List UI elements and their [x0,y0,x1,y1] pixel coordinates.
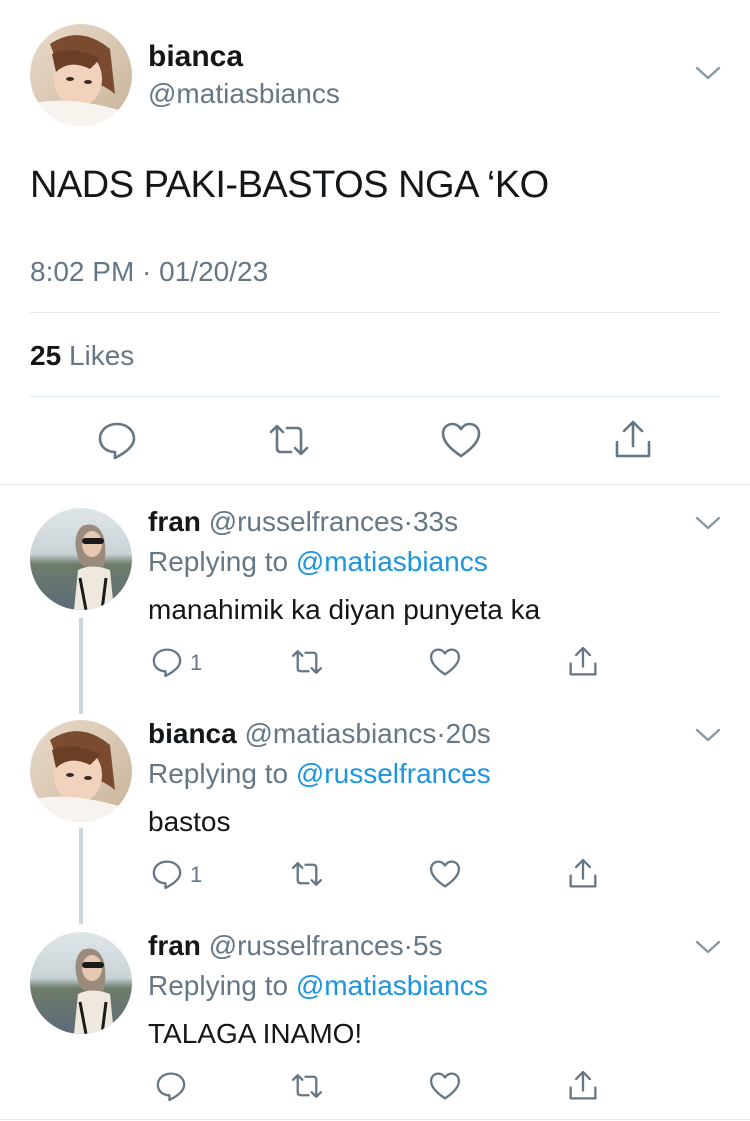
chevron-down-icon[interactable] [694,512,722,534]
mention-link[interactable]: @russelfrances [296,758,491,789]
like-icon [429,648,461,676]
reply-count: 1 [190,862,203,887]
reply-button[interactable] [154,1069,188,1103]
likes-label: Likes [68,340,135,371]
likes-stat[interactable]: 25 Likes [30,340,134,372]
retweet-icon [291,862,323,886]
share-button[interactable] [566,1069,600,1103]
likes-count: 25 [30,340,62,371]
retweet-button[interactable] [290,857,324,891]
chevron-down-icon[interactable] [694,936,722,958]
retweet-button[interactable] [267,418,311,462]
replying-to: Replying to @matiasbiancs [148,970,488,1002]
author-handle[interactable]: @russelfrances [209,506,404,537]
reply-icon [152,860,182,890]
replying-prefix: Replying to [148,546,289,577]
avatar[interactable] [30,508,132,610]
reply-time[interactable]: 5s [413,930,443,961]
divider [0,484,750,485]
author-handle[interactable]: @matiasbiancs [244,718,436,749]
reply-header: bianca @matiasbiancs·20s [148,718,491,750]
reply-button[interactable] [95,418,139,462]
reply-button[interactable] [150,857,184,891]
tweet-timestamp: 8:02 PM · 01/20/23 [30,256,269,287]
replying-prefix: Replying to [148,970,289,1001]
share-icon [615,420,651,458]
like-icon [429,1072,461,1100]
like-button[interactable] [439,418,483,462]
reply-button[interactable] [150,645,184,679]
share-icon [569,646,597,676]
share-icon [569,1070,597,1100]
replying-prefix: Replying to [148,758,289,789]
reply-text: manahimik ka diyan punyeta ka [148,594,541,625]
reply-text: TALAGA INAMO! [148,1018,363,1049]
reply-count: 1 [190,650,203,675]
retweet-button[interactable] [290,1069,324,1103]
chevron-down-icon[interactable] [694,724,722,746]
share-button[interactable] [566,645,600,679]
replying-to: Replying to @matiasbiancs [148,546,488,578]
thread-line [79,828,83,924]
divider [30,312,720,313]
reply-header: fran @russelfrances·5s [148,930,443,962]
reply-time[interactable]: 20s [446,718,491,749]
reply-icon [152,648,182,678]
divider [30,396,720,397]
avatar[interactable] [30,932,132,1034]
reply-header: fran @russelfrances·33s [148,506,458,538]
retweet-icon [291,650,323,674]
author-name[interactable]: bianca [148,718,237,749]
share-button[interactable] [611,418,655,462]
chevron-down-icon[interactable] [694,62,722,84]
mention-link[interactable]: @matiasbiancs [296,970,488,1001]
separator-dot: · [403,506,413,537]
avatar[interactable] [30,720,132,822]
divider [0,1119,750,1120]
author-name[interactable]: fran [148,930,201,961]
thread-line [79,618,83,714]
retweet-icon [269,424,309,456]
author-handle[interactable]: @russelfrances [209,930,404,961]
author-name[interactable]: bianca [148,40,243,74]
mention-link[interactable]: @matiasbiancs [296,546,488,577]
separator-dot: · [436,718,446,749]
like-button[interactable] [428,645,462,679]
separator-dot: · [403,930,413,961]
reply-icon [98,422,136,460]
tweet-text: NADS PAKI-BASTOS NGA ‘KO [30,164,549,206]
author-name[interactable]: fran [148,506,201,537]
like-button[interactable] [428,1069,462,1103]
retweet-icon [291,1074,323,1098]
replying-to: Replying to @russelfrances [148,758,491,790]
avatar[interactable] [30,24,132,126]
reply-time[interactable]: 33s [413,506,458,537]
retweet-button[interactable] [290,645,324,679]
reply-text: bastos [148,806,231,837]
like-icon [441,422,481,458]
share-icon [569,858,597,888]
share-button[interactable] [566,857,600,891]
like-icon [429,860,461,888]
author-handle[interactable]: @matiasbiancs [148,78,340,110]
reply-icon [156,1072,186,1102]
like-button[interactable] [428,857,462,891]
